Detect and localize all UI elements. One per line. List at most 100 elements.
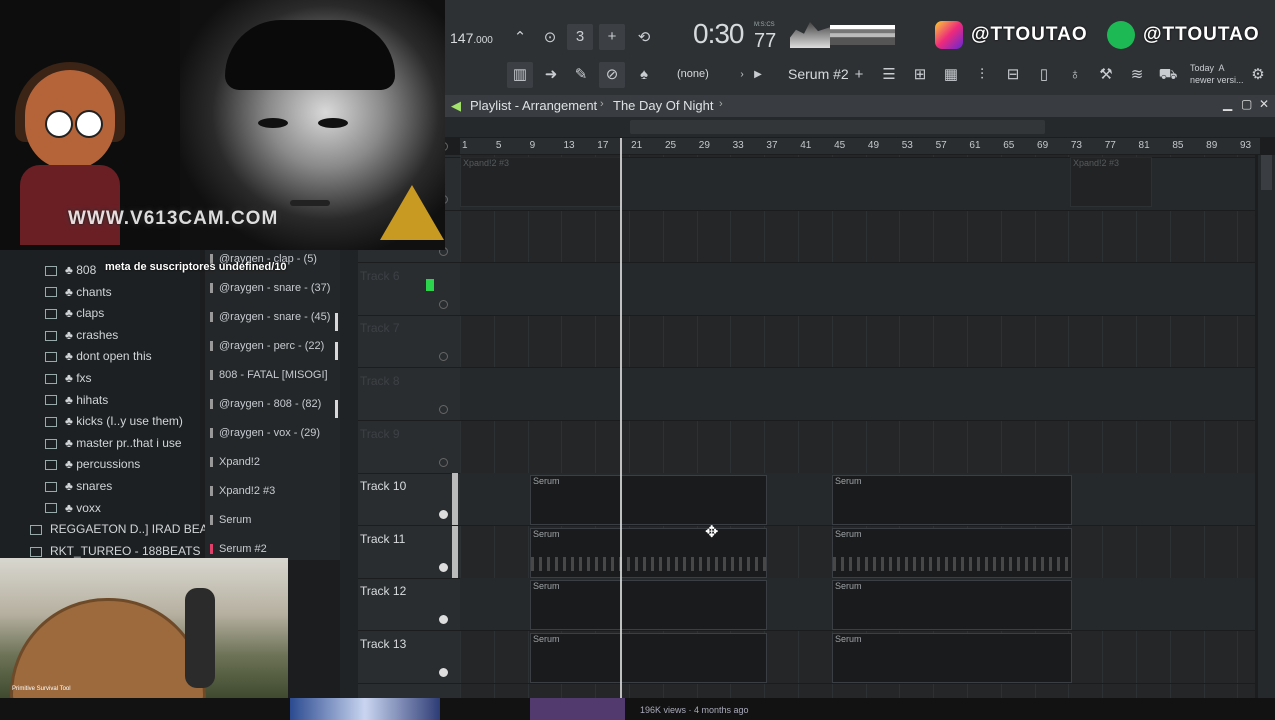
video-thumbnail[interactable]: Primitive Survival Tool (0, 558, 288, 698)
track-mute-dot[interactable] (439, 615, 448, 625)
channel-rack-icon[interactable]: ▦ (938, 62, 964, 88)
browser-folder[interactable]: ♣ hihats (45, 393, 108, 414)
track-mute-dot[interactable] (439, 352, 448, 362)
stamp-icon[interactable]: ♠ (631, 62, 657, 88)
browser-folder[interactable]: ♣ claps (45, 306, 104, 327)
scroll-thumb[interactable] (1261, 155, 1272, 190)
browser-folder[interactable]: ♣ kicks (I..y use them) (45, 414, 183, 435)
channel-item[interactable]: Xpand!2 (210, 456, 340, 478)
track-row[interactable] (460, 262, 1255, 316)
track-header[interactable]: Track 13 (358, 631, 460, 684)
pencil-icon[interactable]: ✎ (568, 62, 594, 88)
pattern-clip[interactable]: Serum (530, 475, 767, 526)
browser-folder[interactable]: ♣ dont open this (45, 349, 152, 370)
browser-folder[interactable]: ♣ 808 (45, 263, 96, 284)
track-row[interactable] (460, 368, 1255, 421)
playhead[interactable] (620, 138, 622, 700)
play-pattern-icon[interactable]: ▶ (745, 62, 771, 88)
track-header[interactable]: Track 7 (358, 315, 460, 369)
track-header[interactable]: Track 11 (358, 525, 460, 579)
plugin-icon[interactable]: ♁ (1062, 62, 1088, 88)
piano-roll-icon[interactable]: ⊞ (907, 62, 933, 88)
pattern-selector[interactable]: (none) (677, 68, 709, 80)
pattern-clip[interactable]: Serum (832, 633, 1072, 683)
scroll-thumb[interactable] (630, 120, 1045, 134)
playlist-icon[interactable]: ☰ (876, 62, 902, 88)
browser-folder-label: master pr..that i use (76, 435, 182, 450)
channel-item[interactable]: Serum (210, 514, 340, 536)
news-hint[interactable]: Today A newer versi... (1190, 62, 1244, 86)
track-mute-dot[interactable] (439, 510, 448, 520)
master-volume[interactable] (830, 25, 895, 45)
track-row[interactable] (460, 210, 1255, 264)
pattern-clip[interactable]: Serum (832, 527, 1072, 578)
browser-folder-label: snares (76, 479, 113, 493)
loop-record-icon[interactable]: ⟲ (631, 25, 657, 51)
close-icon[interactable]: ✕ (1259, 97, 1269, 111)
browser-folder[interactable]: ♣ fxs (45, 371, 92, 392)
settings-icon[interactable]: ⚙ (1245, 62, 1271, 88)
file-icon[interactable]: ▯ (1031, 62, 1057, 88)
track-header[interactable]: Track 9 (358, 421, 460, 474)
triangle-logo (380, 185, 444, 240)
pattern-clip[interactable]: Serum (530, 527, 767, 578)
track-header[interactable]: Track 10 (358, 473, 460, 527)
track-header[interactable]: Track 12 (358, 578, 460, 632)
track-mute-dot[interactable] (439, 299, 448, 309)
pattern-clip[interactable]: Serum (530, 580, 767, 631)
pattern-clip[interactable]: Xpand!2 #3 (1070, 157, 1152, 207)
browser-folder[interactable]: ♣ snares (45, 479, 112, 500)
track-mute-dot[interactable] (439, 405, 448, 414)
piano-icon[interactable]: ▥ (507, 62, 533, 88)
cart-icon[interactable]: ⛟ (1155, 62, 1181, 88)
timeline-ruler[interactable]: 1 5 9 13 17 21 25 29 33 37 41 45 49 53 57 61 65 69 73 77 81 8… (460, 138, 1260, 154)
webcam-overlay: WWW.V613CAM.COM (0, 0, 445, 250)
pattern-clip[interactable]: Serum (530, 633, 767, 683)
pattern-name[interactable]: Serum #2 (788, 66, 849, 82)
browser-icon[interactable]: ⊟ (1000, 62, 1026, 88)
track-row[interactable] (460, 315, 1255, 369)
blend-notes-icon[interactable]: + (599, 24, 625, 50)
maximize-icon[interactable]: ▢ (1241, 97, 1252, 111)
track-mute-dot[interactable] (439, 562, 448, 572)
pattern-clip[interactable]: Serum (832, 580, 1072, 631)
browser-folder[interactable]: ♣ crashes (45, 328, 118, 349)
ruler-tick: 53 (901, 140, 913, 151)
track-mute-dot[interactable] (439, 457, 448, 467)
browser-folder[interactable]: ♣ voxx (45, 501, 101, 522)
pattern-clip[interactable]: Serum (832, 475, 1072, 526)
wait-input-icon[interactable]: ⊙ (537, 25, 563, 51)
track-row[interactable] (460, 421, 1255, 474)
track-header[interactable]: Track 6 (358, 263, 460, 316)
browser-folder[interactable]: ♣ master pr..that i use (45, 436, 182, 457)
ruler-tick: 25 (664, 140, 677, 151)
song-name[interactable]: The Day Of Night (613, 98, 713, 113)
track-mute-dot[interactable] (439, 668, 448, 677)
pattern-clip[interactable]: Xpand!2 #3 (460, 157, 622, 207)
countdown-icon[interactable]: 3 (567, 24, 593, 50)
tool-icon[interactable]: ⚒ (1093, 62, 1119, 88)
metronome-icon[interactable]: ⌃ (507, 25, 533, 51)
link-icon[interactable]: ⊘ (599, 62, 625, 88)
channel-item[interactable]: @raygen - vox - (29) (210, 427, 340, 449)
channel-item[interactable]: @raygen - perc - (22) (210, 340, 340, 362)
channel-item[interactable]: Xpand!2 #3 (210, 485, 340, 507)
record-icon[interactable]: ≋ (1124, 62, 1150, 88)
mixer-icon[interactable]: ⫶ (969, 62, 995, 88)
browser-folder[interactable]: ♣ chants (45, 285, 112, 306)
horizontal-scrollbar[interactable] (445, 117, 1275, 137)
channel-item[interactable]: @raygen - 808 - (82) (210, 398, 340, 420)
track-header[interactable]: Track 8 (358, 368, 460, 421)
browser-folder[interactable]: ♣ percussions (45, 457, 140, 478)
arrow-right-icon[interactable]: ➜ (538, 62, 564, 88)
channel-item[interactable]: 808 - FATAL [MISOGI] (210, 369, 340, 391)
browser-folder[interactable]: REGGAETON D..] IRAD BEATS (30, 522, 222, 543)
track-name: Track 13 (360, 637, 407, 651)
minimize-icon[interactable]: ▁ (1223, 97, 1232, 111)
tempo-display[interactable]: 147.000 (450, 30, 493, 46)
channel-item[interactable]: @raygen - snare - (37) (210, 282, 340, 304)
channel-item[interactable]: @raygen - snare - (45) (210, 311, 340, 333)
add-pattern-icon[interactable]: + (846, 62, 872, 88)
arrangement-grid[interactable]: Serum Serum Serum Serum Serum Serum Serum Serum… (460, 155, 1255, 700)
vertical-scrollbar[interactable] (1258, 155, 1275, 700)
